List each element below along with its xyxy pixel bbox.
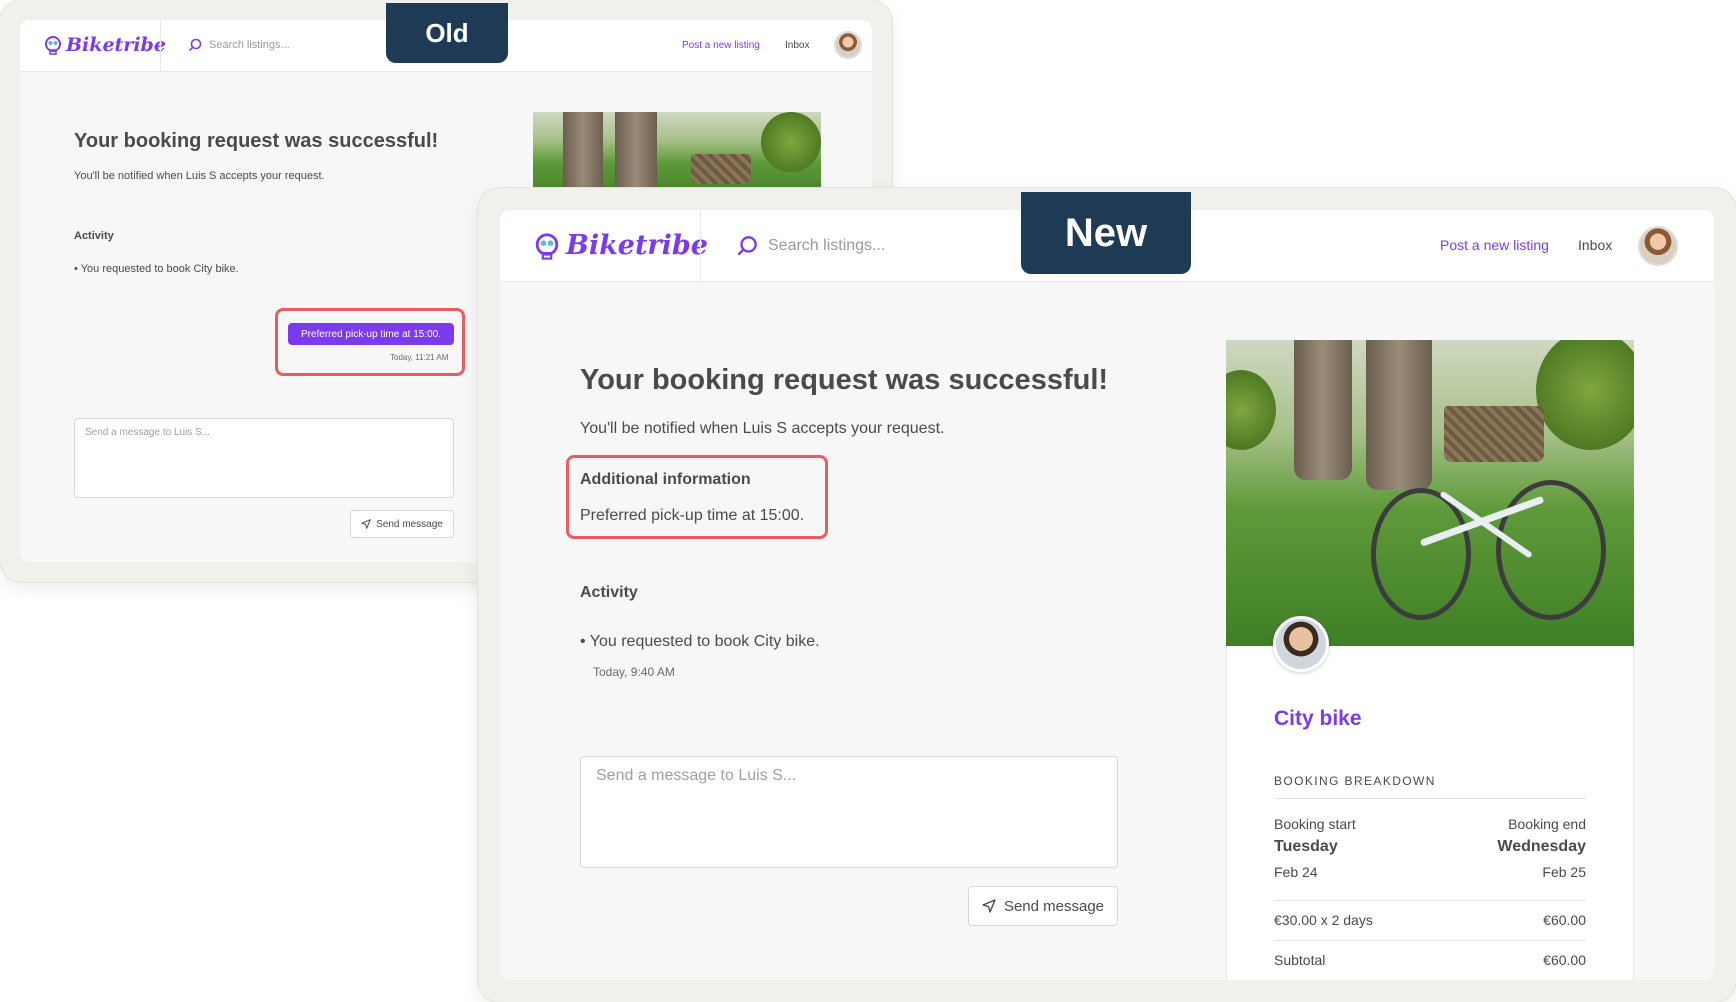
booking-start-date: Feb 24 [1274,864,1318,880]
new-inbox-link[interactable]: Inbox [1578,237,1612,253]
new-logo[interactable]: Biketribe [534,230,708,261]
booking-dates-row: Feb 24 Feb 25 [1274,864,1586,880]
old-search-input[interactable]: Search listings... [209,39,290,51]
booking-labels-row: Booking start Booking end [1274,816,1586,832]
old-activity-text: You requested to book City bike. [80,263,239,275]
new-activity-text: You requested to book City bike. [589,633,820,650]
photo-bike-basket [1444,406,1544,462]
photo-tree-right [1366,340,1432,490]
booking-end-date: Feb 25 [1542,864,1586,880]
photo-tree-left [1294,340,1352,480]
booking-breakdown-label: BOOKING BREAKDOWN [1274,774,1436,788]
host-avatar[interactable] [1273,616,1329,672]
new-post-listing-link[interactable]: Post a new listing [1440,237,1549,253]
old-inbox-link[interactable]: Inbox [785,40,809,51]
bullet-icon: • [580,633,590,650]
booking-end-day: Wednesday [1497,838,1586,855]
new-message-placeholder: Send a message to Luis S... [596,767,797,784]
new-activity-label: Activity [580,584,638,601]
photo-bush-left [1226,370,1276,450]
new-activity-item: • You requested to book City bike. [580,633,820,651]
new-logo-divider [700,210,701,281]
booking-end-label: Booking end [1508,816,1586,832]
paper-plane-icon [361,519,371,529]
subtotal-row: Subtotal €60.00 [1274,952,1586,968]
new-additional-info-label: Additional information [580,471,751,488]
new-send-message-button[interactable]: Send message [968,886,1118,926]
new-listing-photo [1226,340,1634,646]
new-additional-info-value: Preferred pick-up time at 15:00. [580,507,805,524]
old-message-placeholder: Send a message to Luis S... [85,427,211,438]
old-badge: Old [386,3,508,63]
new-search-input[interactable]: Search listings... [768,237,885,255]
old-subtext: You'll be notified when Luis S accepts y… [74,170,325,182]
old-message-bubble: Preferred pick-up time at 15:00. [288,323,454,345]
listing-title[interactable]: City bike [1274,707,1362,731]
old-user-avatar[interactable] [834,31,862,59]
rate-row: €30.00 x 2 days €60.00 [1274,912,1586,928]
old-page-title: Your booking request was successful! [74,130,439,152]
old-logo[interactable]: Biketribe [44,34,166,56]
new-user-avatar[interactable] [1638,226,1678,266]
search-icon [737,236,757,256]
old-post-listing-link[interactable]: Post a new listing [682,40,760,51]
old-send-label: Send message [376,518,443,530]
new-search[interactable]: Search listings... [736,235,885,257]
bike-skull-icon [535,232,559,260]
search-icon [188,38,202,52]
old-photo-basket [691,154,751,184]
booking-start-label: Booking start [1274,816,1356,832]
new-additional-info-highlight [566,455,828,539]
new-send-label: Send message [1003,897,1105,915]
breakdown-divider-mid [1274,900,1586,901]
new-message-input[interactable]: Send a message to Luis S... [580,756,1118,868]
old-logo-divider [160,20,161,71]
new-screen-frame: Biketribe Search listings... Post a new … [478,188,1736,1002]
new-screen: Biketribe Search listings... Post a new … [500,210,1714,980]
new-badge: New [1021,192,1191,274]
old-message-time: Today, 11:21 AM [390,353,449,362]
rate-value: €60.00 [1543,912,1586,928]
old-brand-name: Biketribe [66,34,166,56]
breakdown-divider-top [1274,798,1586,799]
old-message-input[interactable]: Send a message to Luis S... [74,418,454,498]
breakdown-divider-bottom [1274,940,1586,941]
old-activity-label: Activity [74,230,114,242]
old-send-message-button[interactable]: Send message [350,510,454,538]
new-brand-name: Biketribe [566,230,708,261]
old-photo-bush [761,112,821,172]
photo-bike-front-wheel [1496,480,1606,620]
photo-bush-right [1536,340,1634,450]
booking-start-day: Tuesday [1274,838,1338,855]
subtotal-label: Subtotal [1274,952,1326,968]
new-subtext: You'll be notified when Luis S accepts y… [580,420,945,437]
new-page-title: Your booking request was successful! [580,364,1109,396]
old-activity-item: • You requested to book City bike. [74,263,239,275]
bullet-icon: • [74,263,81,275]
new-activity-time: Today, 9:40 AM [593,665,675,679]
old-search[interactable]: Search listings... [188,38,290,52]
bike-skull-icon [45,36,61,55]
paper-plane-icon [982,899,996,913]
booking-days-row: Tuesday Wednesday [1274,838,1586,856]
subtotal-value: €60.00 [1543,952,1586,968]
rate-label: €30.00 x 2 days [1274,912,1373,928]
